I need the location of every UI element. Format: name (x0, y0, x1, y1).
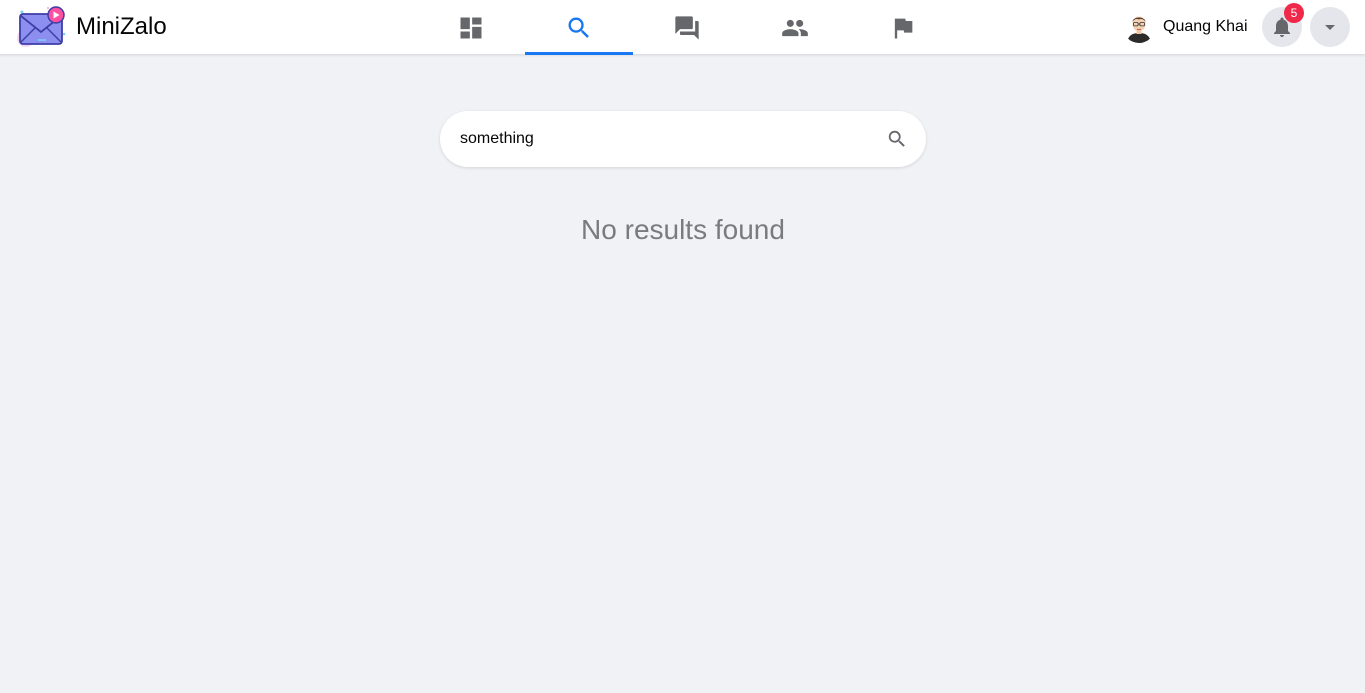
search-bar (440, 111, 926, 167)
user-profile-link[interactable]: Quang Khai (1123, 9, 1248, 45)
user-avatar (1123, 11, 1155, 43)
notification-count-badge: 5 (1284, 3, 1304, 23)
brand[interactable]: MiniZalo (16, 4, 167, 50)
tab-search[interactable] (525, 0, 633, 55)
search-submit-button[interactable] (886, 128, 908, 150)
search-icon (568, 17, 589, 38)
account-menu-button[interactable] (1310, 7, 1350, 47)
user-name: Quang Khai (1163, 18, 1248, 35)
top-navbar: MiniZalo Quang Khai 5 (0, 0, 1365, 55)
tab-messages[interactable] (633, 0, 741, 55)
main-nav (417, 0, 957, 55)
search-input[interactable] (460, 130, 886, 148)
dashboard-icon (460, 17, 482, 38)
tab-reports[interactable] (849, 0, 957, 55)
notifications-button[interactable]: 5 (1262, 3, 1304, 47)
envelope-logo-icon (16, 4, 68, 50)
people-icon (782, 19, 808, 36)
tab-friends[interactable] (741, 0, 849, 55)
app-name: MiniZalo (76, 13, 167, 40)
flag-icon (894, 18, 913, 38)
tab-dashboard[interactable] (417, 0, 525, 55)
chat-bubbles-icon (675, 15, 699, 40)
caret-down-icon (1325, 25, 1335, 30)
search-icon (888, 130, 905, 147)
no-results-message: No results found (581, 214, 785, 245)
